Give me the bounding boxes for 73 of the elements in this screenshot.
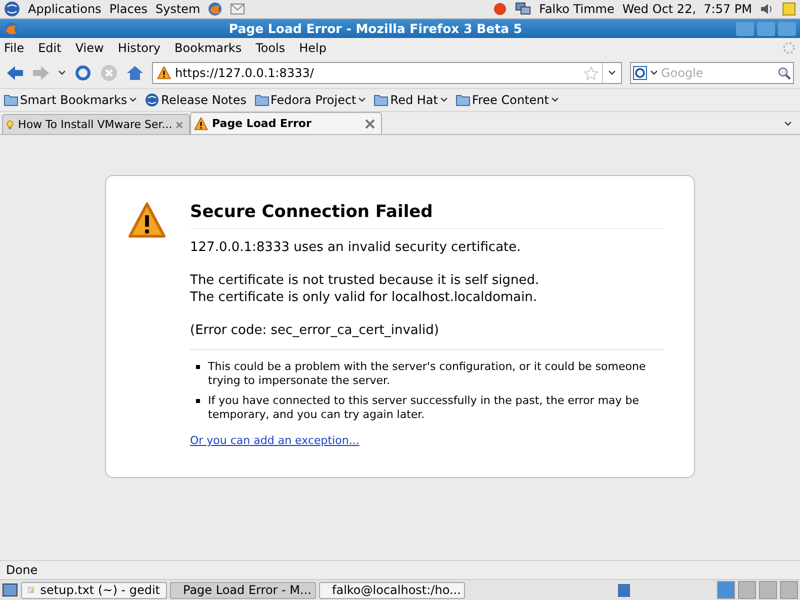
workspace-switcher[interactable] xyxy=(759,581,777,599)
star-icon[interactable] xyxy=(584,66,598,80)
workspace-switcher[interactable] xyxy=(738,581,756,599)
workspace-switcher[interactable] xyxy=(717,581,735,599)
workspace-switcher[interactable] xyxy=(780,581,798,599)
search-box[interactable]: Google xyxy=(630,62,794,84)
browser-tab[interactable]: How To Install VMware Ser... xyxy=(2,114,190,134)
reload-icon[interactable] xyxy=(74,64,92,82)
menu-item[interactable]: File xyxy=(4,41,24,55)
bullet-text: This could be a problem with the server's configuration, or it could be someone trying to impersonate the server. xyxy=(208,360,647,388)
caret-icon xyxy=(608,70,616,76)
search-icon[interactable] xyxy=(777,66,791,80)
panel-menu[interactable]: Places xyxy=(109,2,148,16)
forward-icon[interactable] xyxy=(32,65,50,81)
engine-caret-icon xyxy=(650,70,658,76)
address-field[interactable]: https://127.0.0.1:8333/ xyxy=(152,62,622,84)
menu-item[interactable]: Bookmarks xyxy=(174,41,242,55)
menu-item[interactable]: View xyxy=(75,41,104,55)
folder-icon xyxy=(4,94,18,106)
taskbar-button[interactable]: setup.txt (~) - gedit xyxy=(21,582,167,598)
caret-icon xyxy=(129,97,138,103)
close-tab-icon[interactable] xyxy=(176,120,183,130)
user-name: Falko Timme xyxy=(539,2,614,16)
network-icon xyxy=(515,2,532,16)
warning-icon xyxy=(157,66,171,80)
error-text: The certificate is not trusted because it is self signed. xyxy=(190,272,540,289)
bookmark-item[interactable]: Red Hat xyxy=(390,93,438,107)
tab-list-caret-icon xyxy=(784,121,792,127)
throbber-icon xyxy=(782,41,796,55)
taskbar-button[interactable]: Page Load Error - M... xyxy=(170,582,316,598)
back-icon[interactable] xyxy=(6,65,24,81)
history-caret-icon xyxy=(58,70,66,76)
close-tab-icon[interactable] xyxy=(365,118,375,128)
search-engine-icon xyxy=(633,66,647,80)
caret-icon xyxy=(550,97,559,103)
folder-icon xyxy=(456,94,470,106)
mail-icon[interactable] xyxy=(230,2,246,16)
folder-icon xyxy=(254,94,269,106)
caret-icon xyxy=(440,97,448,103)
home-icon[interactable] xyxy=(126,65,144,81)
window-title: Page Load Error - Mozilla Firefox 3 Beta 5 xyxy=(228,21,524,36)
caret-icon xyxy=(358,97,366,103)
panel-menu[interactable]: Applications xyxy=(28,2,102,16)
error-title: Secure Connection Failed xyxy=(190,202,664,229)
bullet-icon xyxy=(196,365,200,369)
menu-item[interactable]: History xyxy=(118,41,161,55)
menu-item[interactable]: Tools xyxy=(256,41,286,55)
window-icon xyxy=(4,22,18,36)
error-text: The certificate is only valid for localhost.localdomain. xyxy=(190,289,538,306)
warning-icon xyxy=(194,116,208,130)
bullet-text: If you have connected to this server successfully in the past, the error may be temporary, and you can try again later. xyxy=(208,394,640,422)
menu-item[interactable]: Edit xyxy=(38,41,62,55)
bookmark-item[interactable]: Release Notes xyxy=(161,93,247,107)
error-text: 127.0.0.1:8333 uses an invalid security certificate. xyxy=(190,239,522,256)
bookmark-item[interactable]: Fedora Project xyxy=(270,93,356,107)
bookmark-item[interactable]: Free Content xyxy=(472,93,549,107)
bookmark-item[interactable]: Smart Bookmarks xyxy=(20,93,128,107)
warning-icon xyxy=(128,202,166,240)
lightbulb-icon xyxy=(6,118,14,132)
volume-icon[interactable] xyxy=(760,2,774,16)
error-text: (Error code: sec_error_ca_cert_invalid) xyxy=(190,322,440,339)
folder-icon xyxy=(374,94,388,106)
bullet-icon xyxy=(196,399,200,403)
browser-tab[interactable]: Page Load Error xyxy=(190,112,382,134)
browser-launcher-icon xyxy=(208,2,222,16)
stop-icon[interactable] xyxy=(100,64,118,82)
taskbar-button[interactable]: falko@localhost:/ho... xyxy=(319,582,465,598)
clock: Wed Oct 22, 7:57 PM xyxy=(622,2,752,16)
alert-icon xyxy=(493,2,508,16)
menu-item[interactable]: Help xyxy=(299,41,326,55)
status-text: Done xyxy=(6,563,38,577)
add-exception-link[interactable]: Or you can add an exception... xyxy=(190,434,360,447)
panel-menu[interactable]: System xyxy=(155,2,200,16)
